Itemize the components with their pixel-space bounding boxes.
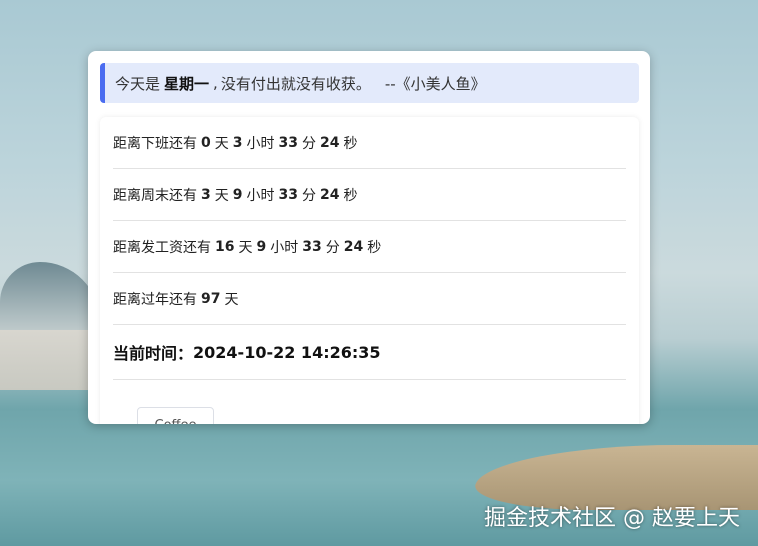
countdown-unit: 小时: [270, 239, 299, 256]
current-time-value: 2024-10-22 14:26:35: [193, 342, 381, 362]
countdown-value: 24: [319, 134, 340, 151]
countdown-unit: 天: [214, 187, 229, 204]
countdown-panel: 今天是 星期一 , 没有付出就没有收获。 --《小美人鱼》 距离下班还有 0 天 3 小…: [88, 51, 650, 424]
countdown-label: 距离下班还有: [113, 135, 197, 152]
countdown-value: 3: [201, 186, 211, 203]
countdown-value: 16: [215, 238, 235, 255]
countdown-label: 距离发工资还有: [113, 239, 211, 256]
countdown-unit: 分: [325, 239, 340, 256]
countdown-unit: 天: [238, 239, 253, 256]
current-time-label: 当前时间：: [113, 344, 194, 363]
countdown-row: 距离发工资还有 16 天 9 小时 33 分 24 秒: [113, 221, 626, 273]
countdown-card: 距离下班还有 0 天 3 小时 33 分 24 秒距离周末还有 3 天 9 小时 33 分 24 秒距离发工资还…: [100, 117, 639, 424]
countdown-unit: 分: [301, 135, 316, 152]
countdown-label: 距离周末还有: [113, 187, 197, 204]
countdown-value: 9: [232, 186, 243, 203]
quote-text: 没有付出就没有收获。: [220, 74, 371, 93]
countdown-unit: 分: [301, 187, 316, 204]
countdown-row: 距离下班还有 0 天 3 小时 33 分 24 秒: [113, 117, 626, 169]
countdown-unit: 秒: [343, 187, 358, 204]
quote-prefix: 今天是: [115, 74, 161, 93]
countdown-unit: 秒: [343, 135, 358, 152]
background-shore: [0, 330, 100, 390]
countdown-unit: 秒: [367, 239, 382, 256]
countdown-value: 97: [201, 290, 221, 307]
countdown-value: 9: [256, 238, 267, 255]
countdown-value: 24: [343, 238, 364, 255]
coffee-button[interactable]: Coffee: [137, 407, 214, 424]
countdown-value: 0: [201, 134, 211, 151]
daily-quote: 今天是 星期一 , 没有付出就没有收获。 --《小美人鱼》: [100, 63, 639, 103]
countdown-value: 24: [319, 186, 340, 203]
countdown-unit: 小时: [246, 135, 275, 152]
watermark: 掘金技术社区 @ 赵要上天: [484, 506, 740, 531]
countdown-value: 33: [302, 238, 322, 255]
countdown-unit: 天: [224, 291, 239, 308]
countdown-row: 距离过年还有 97 天: [113, 273, 626, 325]
countdown-row: 距离周末还有 3 天 9 小时 33 分 24 秒: [113, 169, 626, 221]
countdown-unit: 小时: [246, 187, 275, 204]
countdown-unit: 天: [214, 135, 229, 152]
countdown-value: 33: [278, 134, 298, 151]
current-time: 当前时间： 2024-10-22 14:26:35: [113, 325, 626, 380]
quote-source: --《小美人鱼》: [384, 74, 486, 93]
quote-separator: ,: [213, 74, 218, 92]
countdown-value: 3: [232, 134, 243, 151]
countdown-label: 距离过年还有: [113, 291, 197, 308]
weekday: 星期一: [164, 74, 210, 93]
countdown-value: 33: [278, 186, 298, 203]
